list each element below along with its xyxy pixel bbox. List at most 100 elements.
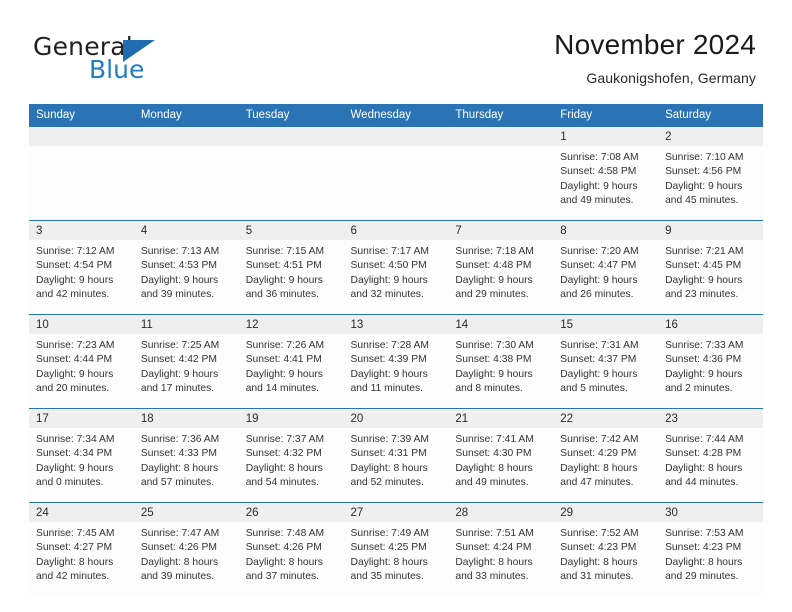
day-cell[interactable]: Sunrise: 7:21 AM Sunset: 4:45 PM Daylight:… [658, 240, 763, 314]
day-cell[interactable]: Sunrise: 7:37 AM Sunset: 4:32 PM Daylight:… [239, 428, 344, 502]
day-detail-line: and 29 minutes. [455, 289, 529, 301]
day-number[interactable]: 20 [344, 409, 449, 428]
day-number[interactable]: 25 [134, 503, 239, 522]
day-cell[interactable]: Sunrise: 7:13 AM Sunset: 4:53 PM Daylight:… [134, 240, 239, 314]
day-number[interactable]: 8 [553, 221, 658, 240]
day-cell[interactable]: Sunrise: 7:23 AM Sunset: 4:44 PM Daylight:… [29, 334, 134, 408]
day-number[interactable]: 14 [448, 315, 553, 334]
day-detail-line: and 49 minutes. [560, 195, 634, 207]
weekday-header-sunday: Sunday [36, 109, 76, 121]
day-detail-line: and 35 minutes. [350, 571, 424, 583]
day-number[interactable]: 3 [29, 221, 134, 240]
day-detail-line: Daylight: 9 hours [36, 462, 114, 474]
day-detail-line: Daylight: 9 hours [560, 180, 638, 192]
day-detail-line: Sunrise: 7:34 AM [36, 434, 115, 445]
day-number[interactable]: 30 [658, 503, 763, 522]
day-detail-line: Daylight: 9 hours [665, 368, 743, 380]
calendar-week-row: 3 4 5 6 7 8 9 Sunrise: 7:12 AM Sunset: 4:54 PM Da… [29, 220, 763, 314]
day-number[interactable]: 1 [553, 127, 658, 146]
calendar-weeks: 1 2 Sunrise: 7:08 AM Sunset: 4:58 PM Dayligh… [29, 127, 763, 596]
day-cell[interactable]: Sunrise: 7:52 AM Sunset: 4:23 PM Daylight:… [553, 522, 658, 596]
week-day-number-band: 24 25 26 27 28 29 30 [29, 503, 763, 522]
day-number[interactable]: 13 [344, 315, 449, 334]
day-cell[interactable]: Sunrise: 7:42 AM Sunset: 4:29 PM Daylight:… [553, 428, 658, 502]
day-detail-line: Sunrise: 7:36 AM [140, 434, 220, 445]
day-cell-empty [239, 146, 344, 220]
day-cell[interactable]: Sunrise: 7:49 AM Sunset: 4:25 PM Daylight:… [344, 522, 449, 596]
day-detail-line: Sunset: 4:28 PM [665, 448, 742, 460]
day-number[interactable]: 22 [553, 409, 658, 428]
day-detail-line: Sunset: 4:23 PM [665, 542, 742, 554]
week-detail-band: Sunrise: 7:12 AM Sunset: 4:54 PM Daylight:… [29, 240, 763, 314]
day-cell[interactable]: Sunrise: 7:34 AM Sunset: 4:34 PM Daylight:… [29, 428, 134, 502]
day-cell[interactable]: Sunrise: 7:26 AM Sunset: 4:41 PM Daylight:… [239, 334, 344, 408]
day-number[interactable]: 5 [239, 221, 344, 240]
day-detail-line: and 45 minutes. [665, 195, 739, 207]
day-number[interactable]: 27 [344, 503, 449, 522]
day-number[interactable]: 9 [658, 221, 763, 240]
day-number[interactable]: 23 [658, 409, 763, 428]
day-number[interactable]: 17 [29, 409, 134, 428]
day-cell[interactable]: Sunrise: 7:08 AM Sunset: 4:58 PM Daylight:… [553, 146, 658, 220]
day-number[interactable]: 10 [29, 315, 134, 334]
day-cell[interactable]: Sunrise: 7:44 AM Sunset: 4:28 PM Daylight:… [658, 428, 763, 502]
day-cell[interactable]: Sunrise: 7:39 AM Sunset: 4:31 PM Daylight:… [344, 428, 449, 502]
day-number[interactable]: 28 [448, 503, 553, 522]
day-detail-line: and 37 minutes. [245, 571, 319, 583]
calendar-week-row: 17 18 19 20 21 22 23 Sunrise: 7:34 AM Sunset: 4:… [29, 408, 763, 502]
day-detail-line: Daylight: 9 hours [455, 368, 533, 380]
day-number[interactable]: 12 [239, 315, 344, 334]
day-detail-line: Daylight: 8 hours [350, 462, 428, 474]
calendar-table: Sunday Monday Tuesday Wednesday Thursday Frid… [29, 104, 763, 596]
day-detail-line: and 57 minutes. [140, 477, 215, 489]
day-cell[interactable]: Sunrise: 7:18 AM Sunset: 4:48 PM Daylight:… [448, 240, 553, 314]
day-cell[interactable]: Sunrise: 7:31 AM Sunset: 4:37 PM Daylight:… [553, 334, 658, 408]
day-number[interactable]: 24 [29, 503, 134, 522]
day-detail-line: Daylight: 8 hours [455, 556, 533, 568]
day-number[interactable]: 29 [553, 503, 658, 522]
day-cell[interactable]: Sunrise: 7:15 AM Sunset: 4:51 PM Daylight:… [239, 240, 344, 314]
day-detail-line: Sunset: 4:23 PM [560, 542, 637, 554]
day-cell[interactable]: Sunrise: 7:25 AM Sunset: 4:42 PM Daylight:… [134, 334, 239, 408]
week-detail-band: Sunrise: 7:23 AM Sunset: 4:44 PM Daylight:… [29, 334, 763, 408]
day-detail-line: Sunrise: 7:48 AM [245, 528, 325, 539]
day-number[interactable]: 21 [448, 409, 553, 428]
day-cell[interactable]: Sunrise: 7:47 AM Sunset: 4:26 PM Daylight:… [134, 522, 239, 596]
day-number[interactable]: 2 [658, 127, 763, 146]
day-detail-line: Daylight: 9 hours [140, 274, 219, 286]
weekday-header-row: Sunday Monday Tuesday Wednesday Thursday Frid… [29, 104, 763, 127]
day-number[interactable]: 15 [553, 315, 658, 334]
day-detail-line: Sunset: 4:42 PM [140, 354, 217, 366]
day-cell[interactable]: Sunrise: 7:41 AM Sunset: 4:30 PM Daylight:… [448, 428, 553, 502]
day-cell[interactable]: Sunrise: 7:12 AM Sunset: 4:54 PM Daylight:… [29, 240, 134, 314]
day-cell[interactable]: Sunrise: 7:36 AM Sunset: 4:33 PM Daylight:… [134, 428, 239, 502]
day-number[interactable]: 19 [239, 409, 344, 428]
day-cell[interactable]: Sunrise: 7:30 AM Sunset: 4:38 PM Daylight:… [448, 334, 553, 408]
day-number-empty [344, 127, 449, 146]
page-title: November 2024 [554, 29, 756, 60]
page-subtitle: Gaukonigshofen, Germany [586, 70, 756, 86]
day-cell[interactable]: Sunrise: 7:28 AM Sunset: 4:39 PM Daylight:… [344, 334, 449, 408]
day-number[interactable]: 18 [134, 409, 239, 428]
day-cell[interactable]: Sunrise: 7:45 AM Sunset: 4:27 PM Daylight:… [29, 522, 134, 596]
day-detail-line: Sunrise: 7:13 AM [140, 246, 220, 257]
day-cell[interactable]: Sunrise: 7:53 AM Sunset: 4:23 PM Daylight:… [658, 522, 763, 596]
day-cell[interactable]: Sunrise: 7:33 AM Sunset: 4:36 PM Daylight:… [658, 334, 763, 408]
weekday-header-tuesday: Tuesday [245, 109, 290, 121]
day-detail-line: and 0 minutes. [36, 477, 104, 489]
day-number[interactable]: 6 [344, 221, 449, 240]
day-cell[interactable]: Sunrise: 7:20 AM Sunset: 4:47 PM Daylight:… [553, 240, 658, 314]
generalblue-logo[interactable]: General Blue [33, 34, 213, 86]
day-detail-line: and 11 minutes. [350, 383, 424, 395]
day-detail-line: Sunrise: 7:21 AM [665, 246, 744, 257]
day-number[interactable]: 7 [448, 221, 553, 240]
day-cell[interactable]: Sunrise: 7:17 AM Sunset: 4:50 PM Daylight:… [344, 240, 449, 314]
day-number[interactable]: 26 [239, 503, 344, 522]
day-cell[interactable]: Sunrise: 7:48 AM Sunset: 4:26 PM Daylight:… [239, 522, 344, 596]
day-number[interactable]: 16 [658, 315, 763, 334]
day-number[interactable]: 4 [134, 221, 239, 240]
day-number[interactable]: 11 [134, 315, 239, 334]
day-cell[interactable]: Sunrise: 7:10 AM Sunset: 4:56 PM Daylight:… [658, 146, 763, 220]
day-number-empty [239, 127, 344, 146]
day-cell[interactable]: Sunrise: 7:51 AM Sunset: 4:24 PM Daylight:… [448, 522, 553, 596]
